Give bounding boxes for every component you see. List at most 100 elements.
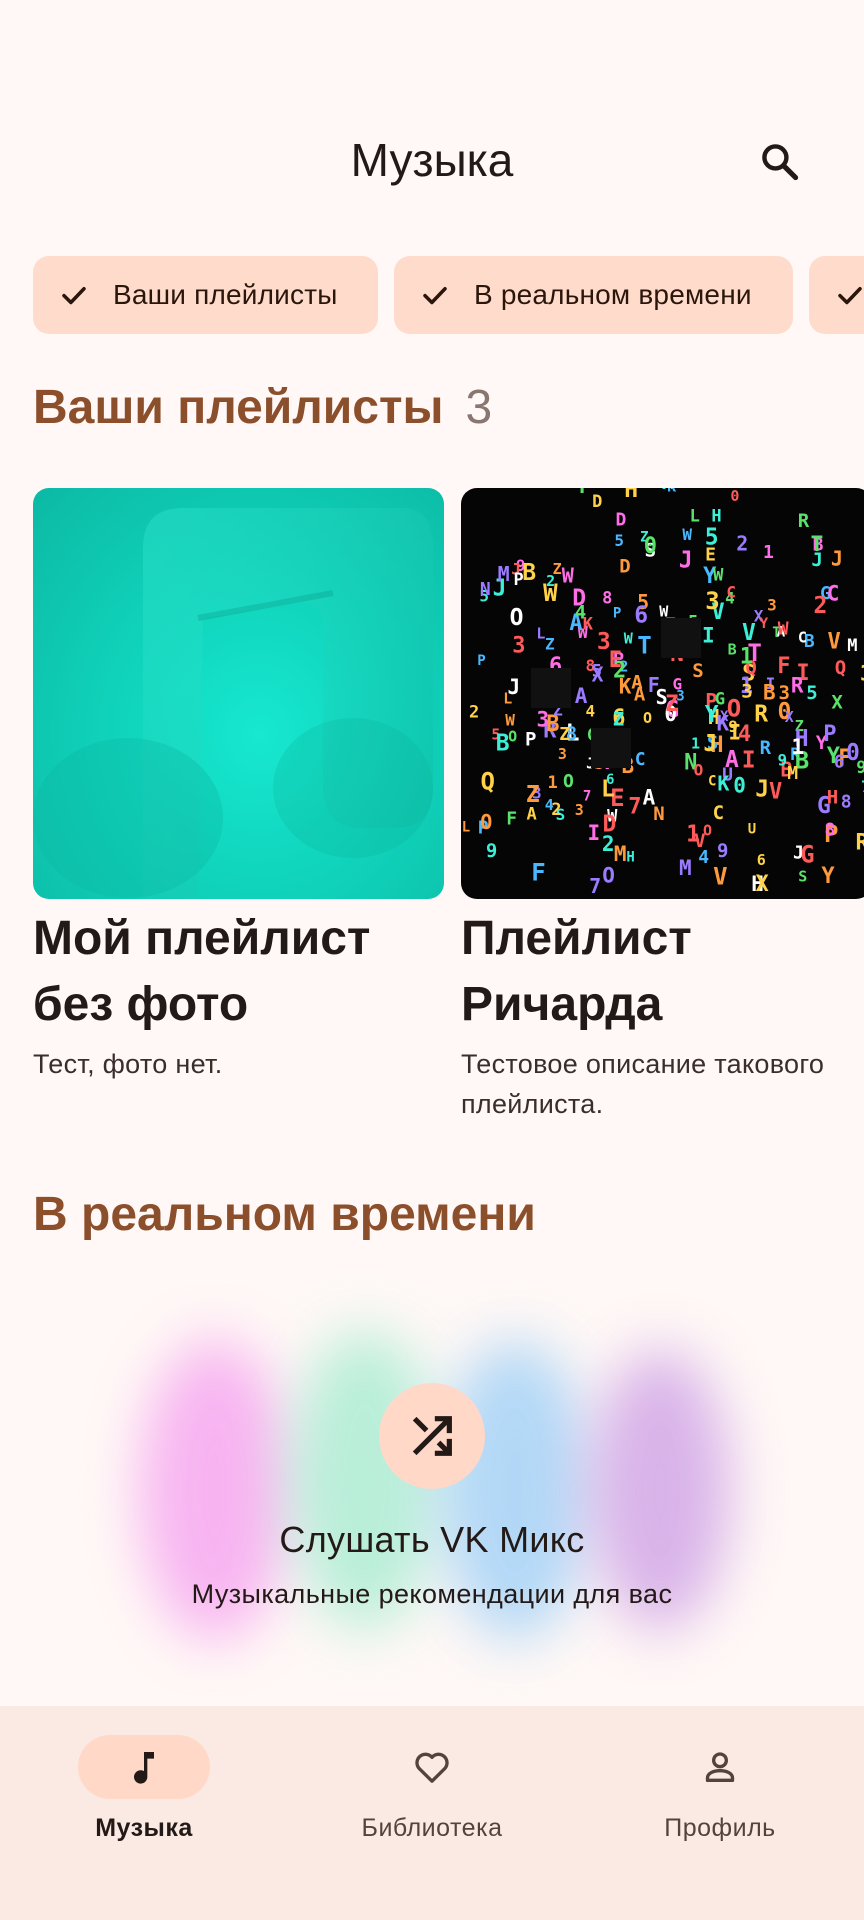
cover-art-glyph: C — [635, 749, 646, 770]
shuffle-icon — [412, 1416, 452, 1456]
cover-art-glyph: M — [787, 763, 798, 784]
cover-art-glyph: 8 — [602, 589, 612, 609]
cover-art-glyph: V — [828, 630, 841, 655]
cover-art-glyph: O — [563, 771, 574, 792]
cover-art-glyph: B — [522, 560, 536, 586]
cover-art-glyph: R — [791, 673, 804, 697]
cover-art-glyph: A — [643, 786, 656, 810]
cover-art-block — [531, 668, 571, 708]
playlist-title[interactable]: Плейлист Ричарда — [461, 906, 864, 1038]
nav-label: Библиотека — [361, 1814, 503, 1842]
cover-art-glyph: C — [726, 583, 736, 602]
cover-art-glyph: W — [682, 525, 692, 544]
cover-art-glyph: 8 — [841, 792, 852, 813]
cover-art-glyph: 1 — [763, 542, 774, 563]
vk-mix-subtitle: Музыкальные рекомендации для вас — [191, 1579, 673, 1609]
vk-mix-title[interactable]: Слушать VK Микс — [0, 1516, 864, 1564]
cover-art-glyph: Z — [613, 709, 624, 731]
cover-art-glyph: 2 — [551, 800, 561, 820]
search-button[interactable] — [748, 130, 812, 194]
chip-your-playlists[interactable]: Ваши плейлисты — [33, 256, 378, 334]
cover-art-glyph: H — [624, 488, 638, 503]
cover-art-glyph: B — [496, 730, 510, 756]
cover-art-glyph: 3 — [537, 708, 550, 732]
cover-art-glyph: I — [729, 721, 742, 745]
cover-art-glyph: 7 — [583, 788, 591, 804]
cover-art-glyph: C — [827, 582, 840, 606]
chip-more[interactable] — [809, 256, 864, 334]
cover-art-glyph: 3 — [741, 681, 752, 703]
cover-art-glyph: W — [505, 711, 515, 730]
cover-art-glyph: O — [602, 864, 615, 888]
cover-art-glyph: N — [480, 579, 491, 600]
cover-art-glyph: P — [525, 729, 536, 751]
cover-art-glyph: 0 — [730, 488, 739, 505]
cover-art-glyph: P — [823, 722, 836, 747]
cover-art-glyph: X — [592, 662, 604, 686]
cover-art-glyph: M — [614, 842, 627, 866]
cover-art-glyph: W — [562, 563, 575, 587]
chip-label: Ваши плейлисты — [113, 279, 338, 310]
cover-art-glyph: 3 — [779, 682, 790, 704]
cover-art-glyph: O — [703, 821, 712, 839]
cover-art-glyph: 3 — [676, 688, 684, 704]
nav-item-music[interactable]: Музыка — [0, 1706, 288, 1920]
cover-art-glyph: 1 — [691, 735, 700, 753]
cover-art-glyph: J — [793, 843, 804, 864]
cover-art-glyph: 2 — [469, 703, 479, 723]
cover-art-glyph: A — [725, 747, 739, 773]
playlist-title[interactable]: Мой плейлист без фото — [33, 906, 444, 1038]
cover-art-glyph: 7 — [589, 874, 601, 898]
cover-art-glyph: Z — [545, 634, 555, 653]
playlist-cover-placeholder[interactable] — [33, 488, 444, 899]
cover-art-glyph: J — [703, 731, 717, 757]
cover-art-glyph: I — [742, 747, 756, 773]
cover-art-glyph: I — [702, 624, 715, 648]
cover-art-glyph: 4 — [586, 701, 596, 720]
cover-art-glyph: 3 — [860, 661, 864, 685]
cover-art-glyph: B — [728, 640, 737, 658]
cover-art-glyph: 1 — [791, 735, 804, 759]
nav-item-profile[interactable]: Профиль — [576, 1706, 864, 1920]
playlist-cover-image[interactable]: 1NS45NOWYM35IAJZPO7GST3C9CSJO8R0822UGYHZ… — [461, 488, 864, 899]
page-title: Музыка — [350, 134, 514, 186]
cover-art-glyph: L — [690, 507, 700, 527]
cover-art-glyph: L — [503, 690, 512, 708]
vk-mix-play-button[interactable] — [379, 1383, 485, 1489]
cover-art-glyph: X — [831, 692, 843, 714]
cover-art-glyph: 2 — [736, 532, 748, 556]
cover-art-glyph: S — [692, 660, 703, 682]
cover-art-glyph: 2 — [814, 593, 828, 619]
cover-art-glyph: T — [811, 532, 824, 556]
vk-mix-background — [100, 1300, 764, 1680]
cover-art-glyph: 3 — [767, 596, 777, 615]
chip-realtime[interactable]: В реальном времени — [394, 256, 793, 334]
cover-art-glyph: M — [498, 562, 510, 586]
cover-art-glyph: D — [616, 510, 627, 531]
music-note-icon — [134, 1752, 154, 1784]
cover-art-glyph: O — [510, 605, 524, 631]
cover-art-glyph: X — [756, 872, 769, 897]
cover-art-glyph: V — [713, 863, 727, 891]
cover-art-glyph: H — [711, 507, 721, 527]
cover-art-glyph: C — [798, 629, 807, 647]
section-title-text: Ваши плейлисты — [33, 381, 444, 434]
cover-art-glyph: S — [798, 868, 807, 886]
cover-art-glyph: 5 — [614, 531, 624, 550]
screen: Музыка Ваши плейлисты В реальном времени — [0, 0, 864, 1920]
playlist-description: Тестовое описание такового плейлиста. — [461, 1049, 825, 1119]
cover-art-glyph: 7 — [628, 795, 641, 820]
nav-label: Профиль — [664, 1814, 776, 1842]
cover-art-glyph: O — [480, 810, 492, 834]
cover-art-glyph: Q — [835, 657, 846, 679]
cover-art-glyph: J — [831, 546, 843, 570]
cover-art-glyph: M — [679, 856, 692, 880]
nav-item-library[interactable]: Библиотека — [288, 1706, 576, 1920]
check-icon — [838, 287, 862, 305]
cover-art-glyph: 6 — [634, 603, 648, 629]
cover-art-glyph: F — [506, 809, 517, 830]
cover-art-glyph: F — [531, 859, 545, 887]
music-note-placeholder-icon — [33, 508, 433, 899]
cover-art-glyph: Z — [559, 724, 570, 745]
cover-art-glyph: 1 — [548, 773, 558, 793]
